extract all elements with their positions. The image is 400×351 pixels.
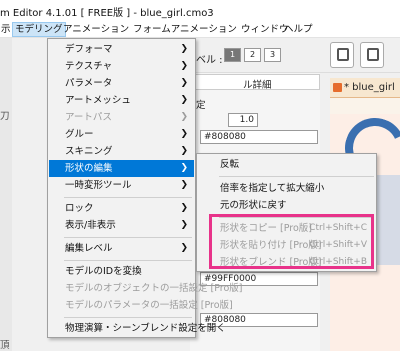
panel-label: 定	[196, 100, 206, 111]
menu-separator	[64, 197, 192, 198]
left-panel-edge	[0, 38, 12, 351]
edit-level-3-button[interactable]: 3	[264, 48, 281, 62]
tool-button-a[interactable]	[330, 42, 354, 68]
menu-item-physics-settings[interactable]: 物理演算・シーンブレンド設定を開く	[49, 320, 226, 337]
menu-item-label: モデルのIDを変換	[65, 266, 142, 277]
chevron-right-icon: ❯	[180, 112, 188, 122]
menu-separator	[64, 260, 192, 261]
menu-modeling[interactable]: モデリング	[12, 22, 66, 37]
canvas-title: * blue_girl	[344, 82, 395, 93]
menu-item-label: 形状の編集	[65, 163, 113, 174]
panel-tab[interactable]: ル詳細	[190, 74, 320, 91]
color-field-1[interactable]: #808080	[200, 130, 318, 144]
chevron-right-icon: ❯	[180, 129, 188, 139]
chevron-right-icon: ❯	[180, 44, 188, 54]
model-file-icon	[333, 83, 342, 92]
modeling-menu: デフォーマ ❯ テクスチャ ❯ パラメータ ❯ アートメッシュ ❯ アートパス ❯ グルー…	[47, 38, 243, 338]
chevron-right-icon: ❯	[180, 220, 188, 230]
menu-item-parameter[interactable]: パラメータ ❯	[49, 75, 194, 92]
menu-item-skinning[interactable]: スキニング ❯	[49, 143, 194, 160]
tool-button-b[interactable]	[360, 42, 384, 68]
canvas-toolbar	[330, 98, 400, 114]
chevron-right-icon: ❯	[180, 203, 188, 213]
menu-item-label: デフォーマ	[65, 44, 113, 55]
menu-item-artmesh[interactable]: アートメッシュ ❯	[49, 92, 194, 109]
user-card-icon	[337, 48, 349, 61]
menu-item-glue[interactable]: グルー ❯	[49, 126, 194, 143]
chevron-right-icon: ❯	[180, 243, 188, 253]
row-label-2: 頂	[0, 340, 10, 351]
menu-item-scale-by-ratio[interactable]: 倍率を指定して拡大縮小	[198, 180, 375, 197]
annotation-highlight-box	[209, 214, 374, 269]
menu-item-lock[interactable]: ロック ❯	[49, 200, 194, 217]
value-field[interactable]: 1.0	[228, 113, 258, 127]
menu-item-label: 表示/非表示	[65, 220, 116, 231]
menu-separator	[64, 237, 192, 238]
menu-item-deformer[interactable]: デフォーマ ❯	[49, 41, 194, 58]
menu-item-artpath[interactable]: アートパス ❯	[49, 109, 194, 126]
menu-item-label: モデルのオブジェクトの一括設定 [Pro版]	[65, 283, 243, 294]
menu-item-batch-parameters[interactable]: モデルのパラメータの一括設定 [Pro版]	[49, 297, 233, 314]
chevron-right-icon: ❯	[180, 61, 188, 71]
menu-item-label: スキニング	[65, 146, 113, 157]
panel-tab-label: ル詳細	[243, 80, 272, 91]
window-title: m Editor 4.1.01 [ FREE版 ] - blue_girl.cm…	[0, 8, 214, 19]
menu-item-label: ロック	[65, 203, 94, 214]
canvas-tab[interactable]: * blue_girl	[330, 78, 400, 98]
image-icon	[367, 48, 379, 61]
menu-item-label: テクスチャ	[65, 61, 113, 72]
menu-item-label: パラメータ	[65, 78, 113, 89]
menu-separator	[219, 176, 374, 177]
menu-item-shape-edit[interactable]: 形状の編集 ❯	[49, 160, 194, 177]
chevron-right-icon: ❯	[180, 163, 188, 173]
menu-item-label: グルー	[65, 129, 94, 140]
edit-level-2-button[interactable]: 2	[244, 48, 261, 62]
menu-item-show-hide[interactable]: 表示/非表示 ❯	[49, 217, 194, 234]
menu-item-temp-deform-tool[interactable]: 一時変形ツール ❯	[49, 177, 194, 194]
menu-bar: 示 モデリング アニメーション フォームアニメーション ウィンドウ ヘルプ	[0, 20, 400, 38]
menu-item-label: アートパス	[65, 112, 112, 123]
menu-item-label: 反転	[220, 159, 240, 170]
edit-level-label: ベル :	[196, 55, 223, 66]
menu-item-label: 物理演算・シーンブレンド設定を開く	[65, 323, 226, 334]
menu-item-reset-shape[interactable]: 元の形状に戻す	[198, 197, 375, 214]
menu-item-edit-level[interactable]: 編集レベル ❯	[49, 240, 194, 257]
chevron-right-icon: ❯	[180, 95, 188, 105]
menu-item-convert-model-id[interactable]: モデルのIDを変換	[49, 263, 194, 280]
menu-display[interactable]: 示	[0, 22, 13, 37]
chevron-right-icon: ❯	[180, 180, 188, 190]
menu-help[interactable]: ヘルプ	[282, 22, 315, 37]
menu-item-label: 編集レベル	[65, 243, 113, 254]
menu-item-label: モデルのパラメータの一括設定 [Pro版]	[65, 300, 233, 311]
menu-item-batch-objects[interactable]: モデルのオブジェクトの一括設定 [Pro版]	[49, 280, 243, 297]
menu-item-label: アートメッシュ	[65, 95, 131, 106]
menu-item-texture[interactable]: テクスチャ ❯	[49, 58, 194, 75]
title-bar: m Editor 4.1.01 [ FREE版 ] - blue_girl.cm…	[0, 0, 400, 20]
chevron-right-icon: ❯	[180, 78, 188, 88]
edit-level-1-button[interactable]: 1	[224, 48, 241, 62]
menu-item-label: 元の形状に戻す	[220, 200, 287, 211]
chevron-right-icon: ❯	[180, 146, 188, 156]
menu-form-animation[interactable]: フォームアニメーション	[131, 22, 239, 37]
menu-item-flip[interactable]: 反転	[198, 156, 375, 173]
menu-item-label: 一時変形ツール	[65, 180, 132, 191]
menu-animation[interactable]: アニメーション	[61, 22, 131, 37]
menu-item-label: 倍率を指定して拡大縮小	[220, 183, 325, 194]
row-label-1: 刀	[0, 111, 10, 122]
menu-separator	[64, 317, 192, 318]
